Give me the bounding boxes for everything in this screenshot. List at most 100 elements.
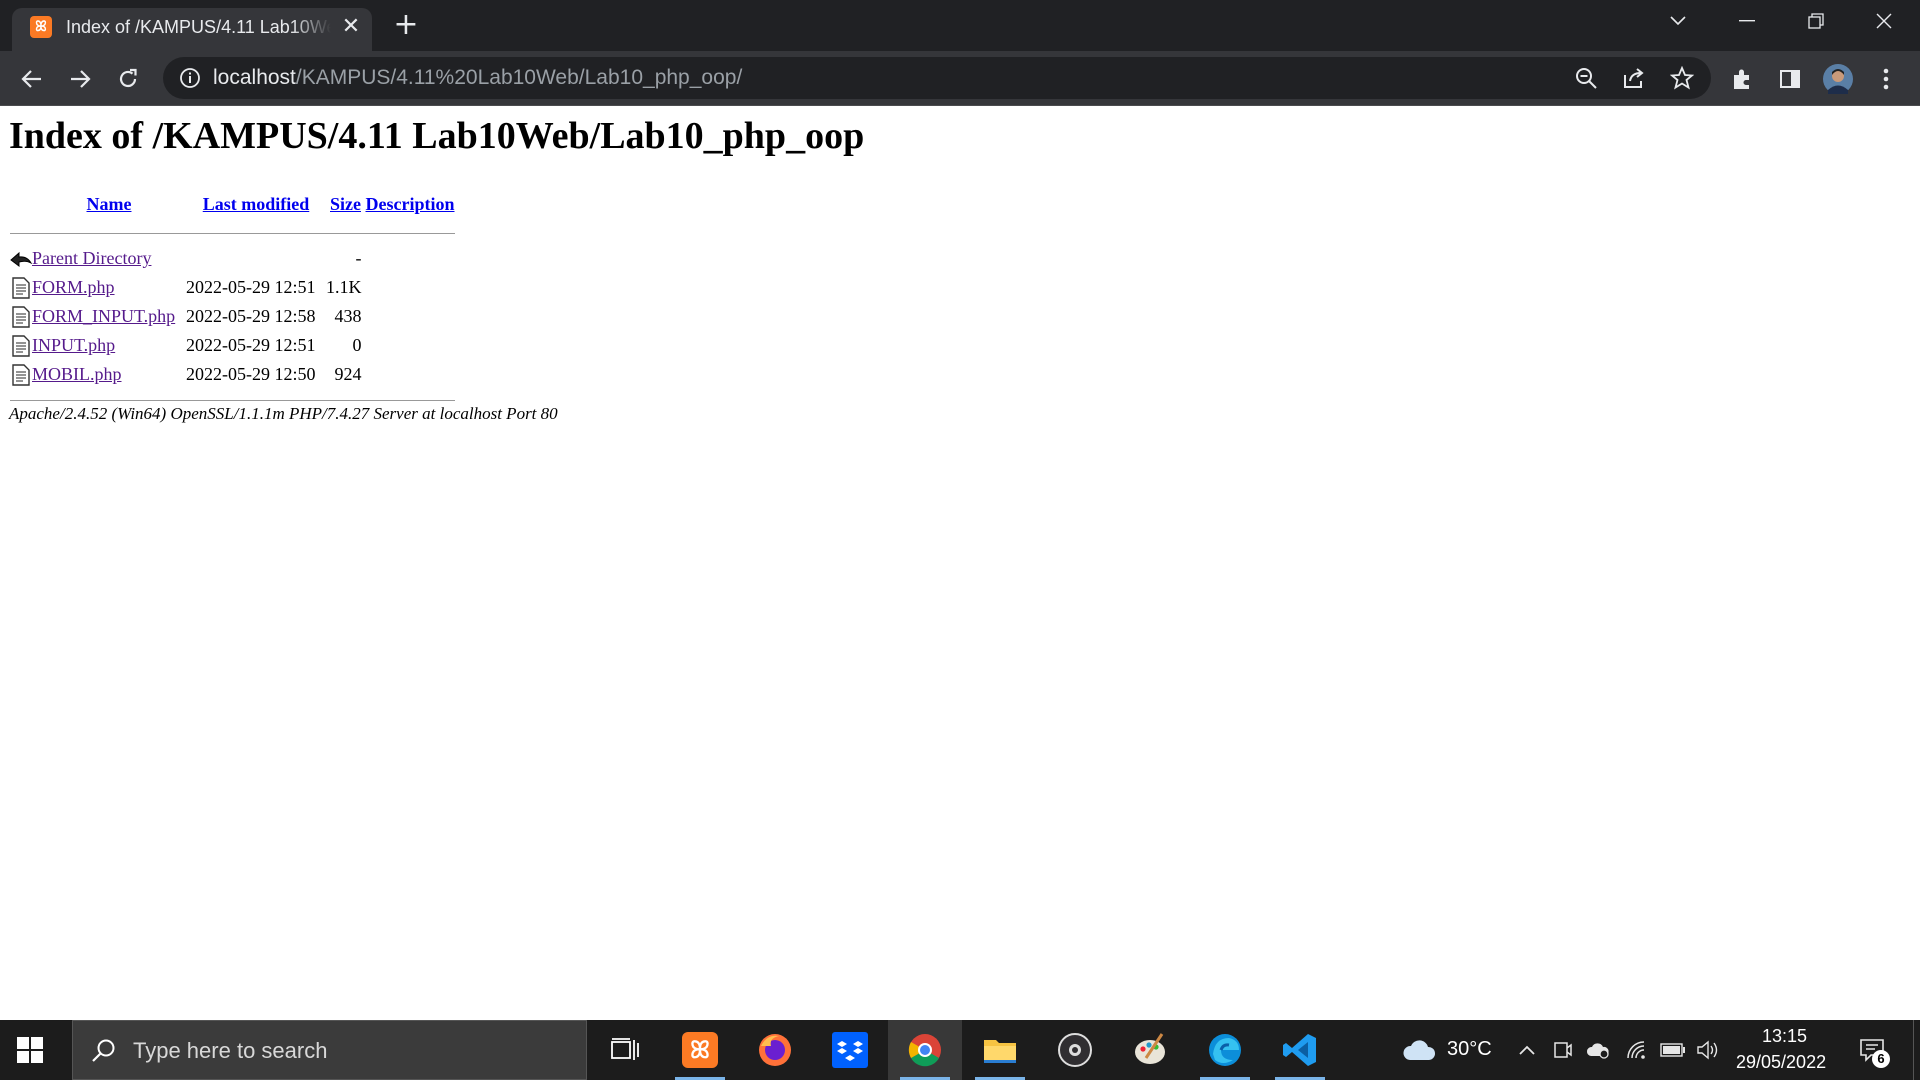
taskbar-firefox[interactable] xyxy=(738,1020,812,1080)
file-link[interactable]: FORM.php xyxy=(32,277,115,297)
back-button[interactable] xyxy=(16,63,48,95)
sort-by-size-link[interactable]: Size xyxy=(330,194,361,214)
chevron-down-icon xyxy=(1670,16,1686,26)
tab-strip: ꕤ Index of /KAMPUS/4.11 Lab10Web/Lab10_p… xyxy=(0,0,1920,51)
size-header: Size xyxy=(326,186,366,222)
weather-temperature[interactable]: 30°C xyxy=(1447,1038,1492,1061)
zoom-icon[interactable] xyxy=(1573,65,1599,91)
text-file-icon xyxy=(12,306,30,328)
new-tab-button[interactable]: + xyxy=(390,10,422,42)
modified-cell: 2022-05-29 12:51 xyxy=(186,335,316,355)
close-icon xyxy=(1876,13,1892,29)
close-window-button[interactable] xyxy=(1850,0,1918,42)
modified-cell: 2022-05-29 12:58 xyxy=(186,306,316,326)
notifications-button[interactable]: 6 xyxy=(1858,1036,1890,1068)
bottom-divider xyxy=(10,399,455,401)
taskbar-xampp[interactable]: ꕤ xyxy=(663,1020,737,1080)
start-button[interactable] xyxy=(16,1036,44,1064)
file-link[interactable]: MOBIL.php xyxy=(32,364,122,384)
profile-avatar[interactable] xyxy=(1822,63,1854,95)
reload-button[interactable] xyxy=(112,63,144,95)
parent-directory-link[interactable]: Parent Directory xyxy=(32,248,151,268)
text-file-icon xyxy=(12,277,30,299)
icon-cell xyxy=(10,302,32,331)
file-link[interactable]: INPUT.php xyxy=(32,335,115,355)
forward-button[interactable] xyxy=(64,63,96,95)
divider-row xyxy=(10,222,455,244)
taskbar-edge[interactable] xyxy=(1188,1020,1262,1080)
file-link[interactable]: FORM_INPUT.php xyxy=(32,306,175,326)
site-info-icon[interactable] xyxy=(179,67,201,89)
share-icon[interactable] xyxy=(1621,65,1647,91)
icon-cell xyxy=(10,360,32,389)
name-cell: FORM_INPUT.php xyxy=(32,302,186,331)
menu-button[interactable] xyxy=(1870,63,1902,95)
onedrive-icon[interactable] xyxy=(1586,1038,1610,1062)
name-cell: Parent Directory xyxy=(32,244,186,273)
clock-date[interactable]: 29/05/2022 xyxy=(1736,1052,1826,1073)
icon-cell xyxy=(10,331,32,360)
name-cell: MOBIL.php xyxy=(32,360,186,389)
windows-taskbar: Type here to search ꕤ 30°C 13:15 29/05/2… xyxy=(0,1020,1920,1080)
close-tab-button[interactable]: ✕ xyxy=(338,14,364,40)
weather-cloud-icon[interactable] xyxy=(1402,1038,1436,1062)
search-icon xyxy=(92,1039,115,1062)
tab-search-button[interactable] xyxy=(1644,0,1712,42)
bookmark-star-icon[interactable] xyxy=(1669,65,1695,91)
show-desktop-button[interactable] xyxy=(1913,1020,1920,1080)
description-cell xyxy=(366,302,455,331)
description-cell xyxy=(366,244,455,273)
url-text[interactable]: localhost/KAMPUS/4.11%20Lab10Web/Lab10_p… xyxy=(213,65,742,91)
battery-icon[interactable] xyxy=(1659,1038,1687,1062)
size-cell: 438 xyxy=(334,306,362,326)
modified-cell: 2022-05-29 12:51 xyxy=(186,277,316,297)
task-view-button[interactable] xyxy=(588,1020,662,1080)
restore-button[interactable] xyxy=(1782,0,1850,42)
volume-icon[interactable] xyxy=(1696,1038,1720,1062)
size-cell: 0 xyxy=(352,335,362,355)
taskbar-chrome[interactable] xyxy=(888,1020,962,1080)
extensions-button[interactable] xyxy=(1726,63,1758,95)
arrow-right-icon xyxy=(71,70,91,88)
table-row: INPUT.php 2022-05-29 12:51 0 xyxy=(10,331,455,360)
size-cell: - xyxy=(355,248,362,268)
icon-cell xyxy=(10,273,32,302)
browser-toolbar: localhost/KAMPUS/4.11%20Lab10Web/Lab10_p… xyxy=(0,51,1920,106)
url-host: localhost xyxy=(213,66,296,89)
folder-icon xyxy=(984,1040,1016,1063)
name-cell: FORM.php xyxy=(32,273,186,302)
puzzle-icon xyxy=(1734,69,1749,89)
description-header: Description xyxy=(366,186,455,222)
header-row: Name Last modified Size Description xyxy=(10,186,455,222)
table-row: FORM.php 2022-05-29 12:51 1.1K xyxy=(10,273,455,302)
wifi-icon[interactable] xyxy=(1625,1038,1649,1062)
side-panel-button[interactable] xyxy=(1774,63,1806,95)
taskbar-obs[interactable] xyxy=(1038,1020,1112,1080)
parent-directory-row: Parent Directory - xyxy=(10,244,455,273)
modified-cell xyxy=(186,244,326,273)
sort-by-description-link[interactable]: Description xyxy=(366,194,455,214)
browser-tab[interactable]: ꕤ Index of /KAMPUS/4.11 Lab10Web/Lab10_p… xyxy=(12,8,372,51)
sort-by-modified-link[interactable]: Last modified xyxy=(203,194,310,214)
minimize-button[interactable] xyxy=(1713,0,1781,42)
size-cell: 924 xyxy=(334,364,362,384)
url-path: /KAMPUS/4.11%20Lab10Web/Lab10_php_oop/ xyxy=(295,66,743,89)
address-bar[interactable]: localhost/KAMPUS/4.11%20Lab10Web/Lab10_p… xyxy=(163,57,1711,99)
taskbar-vscode[interactable] xyxy=(1263,1020,1337,1080)
reload-icon xyxy=(119,68,137,88)
server-signature: Apache/2.4.52 (Win64) OpenSSL/1.1.1m PHP… xyxy=(9,404,558,423)
back-arrow-icon xyxy=(10,251,32,267)
clock-time[interactable]: 13:15 xyxy=(1762,1026,1807,1047)
taskbar-dropbox[interactable] xyxy=(813,1020,887,1080)
size-cell: 1.1K xyxy=(326,277,362,297)
search-placeholder: Type here to search xyxy=(133,1038,328,1063)
taskbar-file-explorer[interactable] xyxy=(963,1020,1037,1080)
chrome-icon xyxy=(908,1034,941,1067)
sort-by-name-link[interactable]: Name xyxy=(87,194,132,214)
task-view-icon xyxy=(611,1038,639,1060)
taskbar-search-input[interactable]: Type here to search xyxy=(72,1020,587,1080)
meet-now-icon[interactable] xyxy=(1551,1038,1575,1062)
tab-title: Index of /KAMPUS/4.11 Lab10Web/Lab10_php… xyxy=(66,17,331,37)
taskbar-paint[interactable] xyxy=(1113,1020,1187,1080)
chevron-up-icon[interactable] xyxy=(1515,1038,1539,1062)
